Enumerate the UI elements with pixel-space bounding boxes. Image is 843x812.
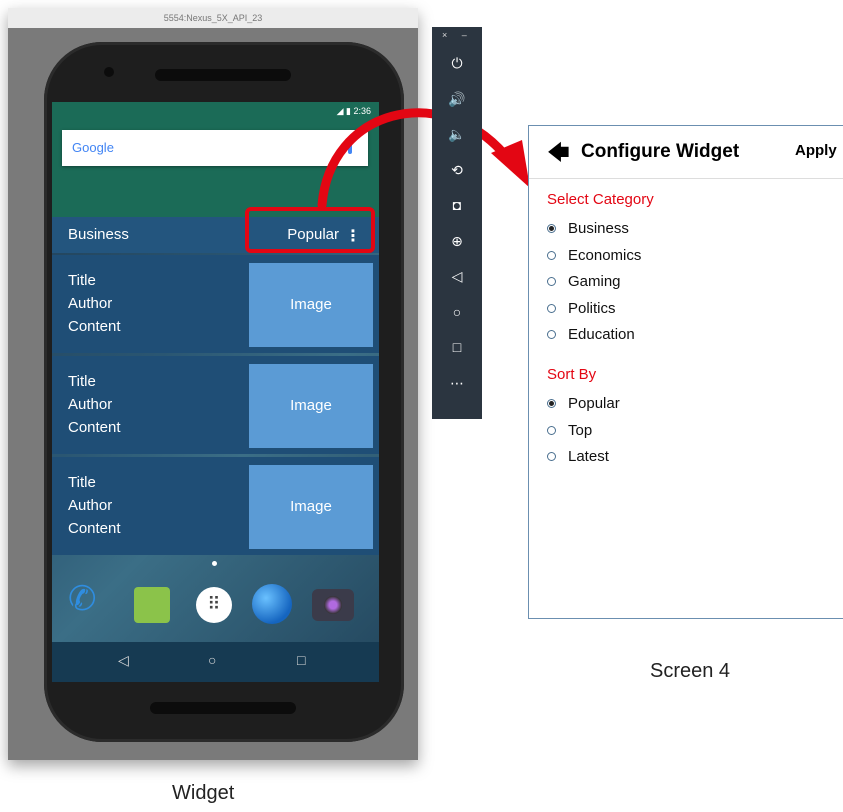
category-option[interactable]: Economics	[547, 247, 641, 264]
category-option-label: Politics	[568, 299, 616, 317]
volume-down-icon[interactable]: 🔈	[432, 126, 482, 143]
radio-button[interactable]	[547, 452, 556, 461]
radio-button[interactable]	[547, 330, 556, 339]
config-title: Configure Widget	[581, 141, 740, 162]
camera-icon[interactable]: ◘	[432, 197, 482, 213]
sort-option[interactable]: Latest	[547, 448, 609, 465]
zoom-icon[interactable]: ⊕	[432, 233, 482, 250]
category-option-label: Gaming	[568, 273, 621, 290]
back-arrow-icon[interactable]: 🡄	[547, 136, 570, 174]
sort-option[interactable]: Popular	[547, 395, 620, 412]
volume-up-icon[interactable]: 🔊	[432, 91, 482, 108]
radio-button[interactable]	[547, 224, 556, 233]
radio-button[interactable]	[547, 303, 556, 313]
power-icon[interactable]: ⏻	[432, 55, 482, 72]
apply-button[interactable]: Apply	[795, 142, 837, 159]
sort-option-label: Latest	[568, 448, 609, 465]
category-option-label: Business	[568, 220, 629, 237]
widget-caption: Widget	[172, 782, 235, 804]
category-option[interactable]: Politics	[547, 300, 616, 317]
sort-option[interactable]: Top	[547, 422, 592, 439]
category-option-label: Economics	[568, 246, 642, 264]
emulator-toolbar: × – ⏻ 🔊 🔈 ⟲ ◘ ⊕ ◁ ○ □ ⋯	[432, 27, 482, 419]
radio-button[interactable]	[547, 250, 556, 260]
category-option[interactable]: Gaming	[547, 273, 621, 290]
overview-icon[interactable]: □	[432, 339, 482, 355]
more-icon[interactable]: ⋯	[432, 375, 482, 392]
select-category-label: Select Category	[547, 191, 654, 208]
radio-button[interactable]	[547, 399, 556, 408]
home-icon[interactable]: ○	[432, 304, 482, 320]
sort-by-label: Sort By	[547, 366, 597, 383]
category-option-label: Education	[568, 326, 635, 343]
screen-caption: Screen 4	[650, 660, 731, 682]
back-icon[interactable]: ◁	[432, 268, 482, 285]
category-option[interactable]: Education	[547, 326, 635, 343]
sort-option-label: Top	[568, 421, 593, 439]
radio-button[interactable]	[547, 425, 556, 435]
config-header: 🡄 Configure Widget Apply	[529, 126, 843, 179]
radio-button[interactable]	[547, 277, 556, 286]
rotate-icon[interactable]: ⟲	[432, 162, 482, 179]
category-option[interactable]: Business	[547, 220, 629, 237]
toolbar-window-controls[interactable]: × –	[442, 30, 473, 40]
sort-option-label: Popular	[568, 395, 620, 412]
configure-widget-screen: 🡄 Configure Widget Apply Select Category…	[528, 125, 843, 619]
